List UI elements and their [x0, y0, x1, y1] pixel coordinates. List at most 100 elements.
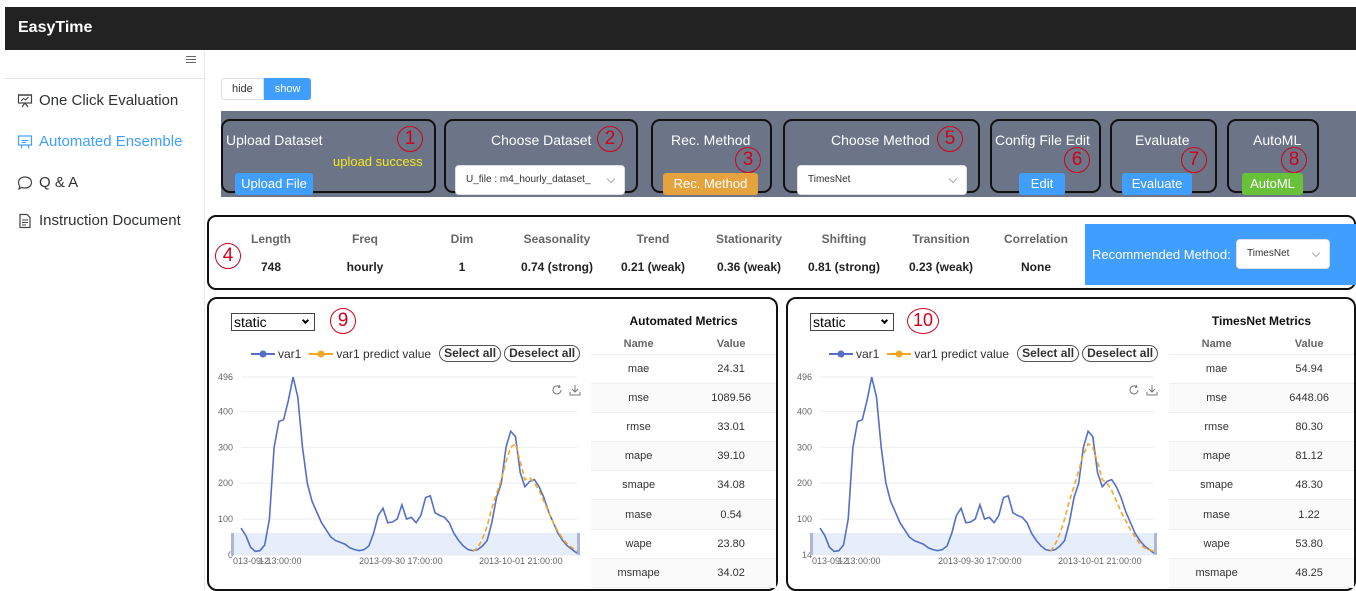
chart-mode-select[interactable]: static — [810, 313, 894, 331]
method-select-value: TimesNet — [808, 174, 851, 185]
metric-name: smape — [591, 470, 687, 501]
metric-value: 1089.56 — [686, 383, 776, 413]
config-file-box: Config File Edit 6 Edit — [990, 119, 1101, 195]
metric-value: 33.01 — [686, 412, 776, 443]
sidebar-item-label: Instruction Document — [39, 212, 181, 229]
stat-stationarity: Stationarity 0.36 (weak) — [715, 232, 782, 274]
stat-freq: Freq hourly — [346, 232, 384, 274]
metric-name: mse — [1169, 383, 1265, 413]
choose-method-box: Choose Method 5 TimesNet — [783, 119, 980, 195]
metric-name: mape — [591, 441, 687, 472]
sidebar-collapse-icon[interactable] — [186, 54, 196, 66]
chevron-down-icon — [606, 174, 616, 184]
y-tick-label: 400 — [218, 406, 233, 416]
deselect-all-button[interactable]: Deselect all — [1082, 345, 1159, 362]
chart-mode-value: static — [234, 314, 267, 330]
series-line-actual — [819, 376, 1155, 554]
sidebar-item-one-click-evaluation[interactable]: One Click Evaluation — [17, 92, 178, 109]
recommended-method-panel: Recommended Method: TimesNet — [1085, 224, 1356, 285]
legend-line-predict — [887, 350, 912, 357]
table-row: msmape 48.25 — [1169, 558, 1354, 589]
sidebar-item-automated-ensemble[interactable]: Automated Ensemble — [17, 133, 182, 150]
legend-actual[interactable]: var1 — [251, 347, 301, 361]
metrics-title: Automated Metrics — [629, 314, 738, 328]
chevron-down-icon — [948, 174, 958, 184]
metric-value: 24.31 — [686, 354, 776, 384]
recommended-method-label: Recommended Method: — [1092, 247, 1231, 262]
metric-value: 23.80 — [686, 529, 776, 559]
select-all-button[interactable]: Select all — [439, 345, 502, 362]
deselect-all-button[interactable]: Deselect all — [504, 345, 581, 362]
metric-name: msmape — [1169, 558, 1265, 589]
legend-predict[interactable]: var1 predict value — [887, 347, 1009, 361]
x-tick-label: 1 13:00:00 — [838, 556, 881, 566]
x-tick-label: 1 13:00:00 — [259, 556, 302, 566]
upload-status: upload success — [333, 154, 423, 169]
upload-file-button[interactable]: Upload File — [235, 173, 313, 195]
table-row: mse 6448.06 — [1169, 383, 1354, 413]
recommended-method-select[interactable]: TimesNet — [1236, 239, 1330, 269]
stat-correlation: Correlation None — [1003, 232, 1068, 274]
metric-name: mape — [1169, 441, 1265, 472]
app-header: EasyTime — [5, 7, 1356, 50]
legend-predict[interactable]: var1 predict value — [309, 347, 431, 361]
sidebar-item-label: Automated Ensemble — [39, 133, 183, 150]
evaluate-box: Evaluate 7 Evaluate — [1110, 119, 1217, 195]
legend-actual[interactable]: var1 — [829, 347, 879, 361]
marker-9: 9 — [330, 308, 356, 334]
legend-actual-label: var1 — [856, 346, 880, 361]
metrics-table-panel: TimesNet Metrics Name Value mae 54.94 mse 64… — [1169, 314, 1354, 589]
metrics-title: TimesNet Metrics — [1211, 314, 1312, 328]
upload-dataset-box: Upload Dataset 1 upload success Upload F… — [221, 119, 436, 195]
action-toolbar: Upload Dataset 1 upload success Upload F… — [221, 111, 1356, 197]
metric-name: mae — [591, 354, 687, 384]
table-row: mase 1.22 — [1169, 499, 1354, 530]
metric-name: mse — [591, 383, 687, 413]
table-row: mae 24.31 — [591, 354, 776, 384]
table-row: mse 1089.56 — [591, 383, 776, 413]
sidebar-item-qa[interactable]: Q & A — [17, 174, 78, 191]
stat-shifting: Shifting 0.81 (strong) — [807, 232, 880, 274]
show-button[interactable]: show — [263, 78, 312, 100]
edit-button[interactable]: Edit — [1019, 173, 1065, 195]
metric-name: mase — [591, 499, 687, 530]
table-row: mae 54.94 — [1169, 354, 1354, 384]
rec-method-button[interactable]: Rec. Method — [663, 173, 758, 195]
ensemble-result-panel: static 9 var1 var1 predict value Select … — [207, 297, 778, 591]
table-row: mape 81.12 — [1169, 441, 1354, 472]
forecast-chart[interactable]: 14100200300400496013-09-21 13:00:00 2013-… — [790, 369, 1164, 585]
select-all-button[interactable]: Select all — [1017, 345, 1080, 362]
metrics-value-header: Value — [1264, 334, 1354, 355]
metric-value: 53.80 — [1264, 529, 1354, 559]
config-file-title: Config File Edit — [995, 132, 1090, 148]
dataset-select[interactable]: U_file : m4_hourly_dataset_ — [455, 165, 625, 195]
marker-6: 6 — [1064, 147, 1090, 173]
marker-8: 8 — [1281, 147, 1307, 173]
sidebar-divider — [5, 78, 204, 79]
sidebar: One Click Evaluation Automated Ensemble … — [5, 50, 205, 591]
automl-button[interactable]: AutoML — [1242, 173, 1303, 195]
forecast-chart[interactable]: 0100200300400496013-09-21 13:00:00 2013-0… — [211, 369, 587, 585]
chart-legend: var1 var1 predict value Select all Desel… — [251, 345, 583, 362]
metric-value: 81.12 — [1264, 441, 1354, 472]
method-select[interactable]: TimesNet — [797, 165, 967, 195]
y-tick-label: 496 — [218, 372, 233, 382]
evaluate-button[interactable]: Evaluate — [1122, 173, 1192, 195]
x-tick-label: 2013-10-01 21:00:00 — [479, 556, 563, 566]
metric-value: 6448.06 — [1264, 383, 1354, 413]
chevron-down-icon — [301, 316, 310, 325]
legend-predict-label: var1 predict value — [336, 346, 432, 361]
marker-1: 1 — [397, 126, 423, 152]
chart-mode-select[interactable]: static — [231, 313, 315, 331]
metrics-name-header: Name — [1169, 334, 1265, 355]
marker-3: 3 — [735, 147, 761, 173]
y-tick-label: 200 — [797, 478, 812, 488]
metrics-table: Name Value mae 24.31 mse 1089.56 rmse 33.01 map… — [591, 334, 776, 589]
table-row: msmape 34.02 — [591, 558, 776, 589]
hide-button[interactable]: hide — [221, 78, 264, 100]
metrics-value-header: Value — [686, 334, 776, 355]
sidebar-item-instruction-document[interactable]: Instruction Document — [17, 212, 181, 229]
zoom-band — [812, 533, 1156, 555]
stat-trend: Trend 0.21 (weak) — [620, 232, 686, 274]
table-row: smape 48.30 — [1169, 470, 1354, 501]
